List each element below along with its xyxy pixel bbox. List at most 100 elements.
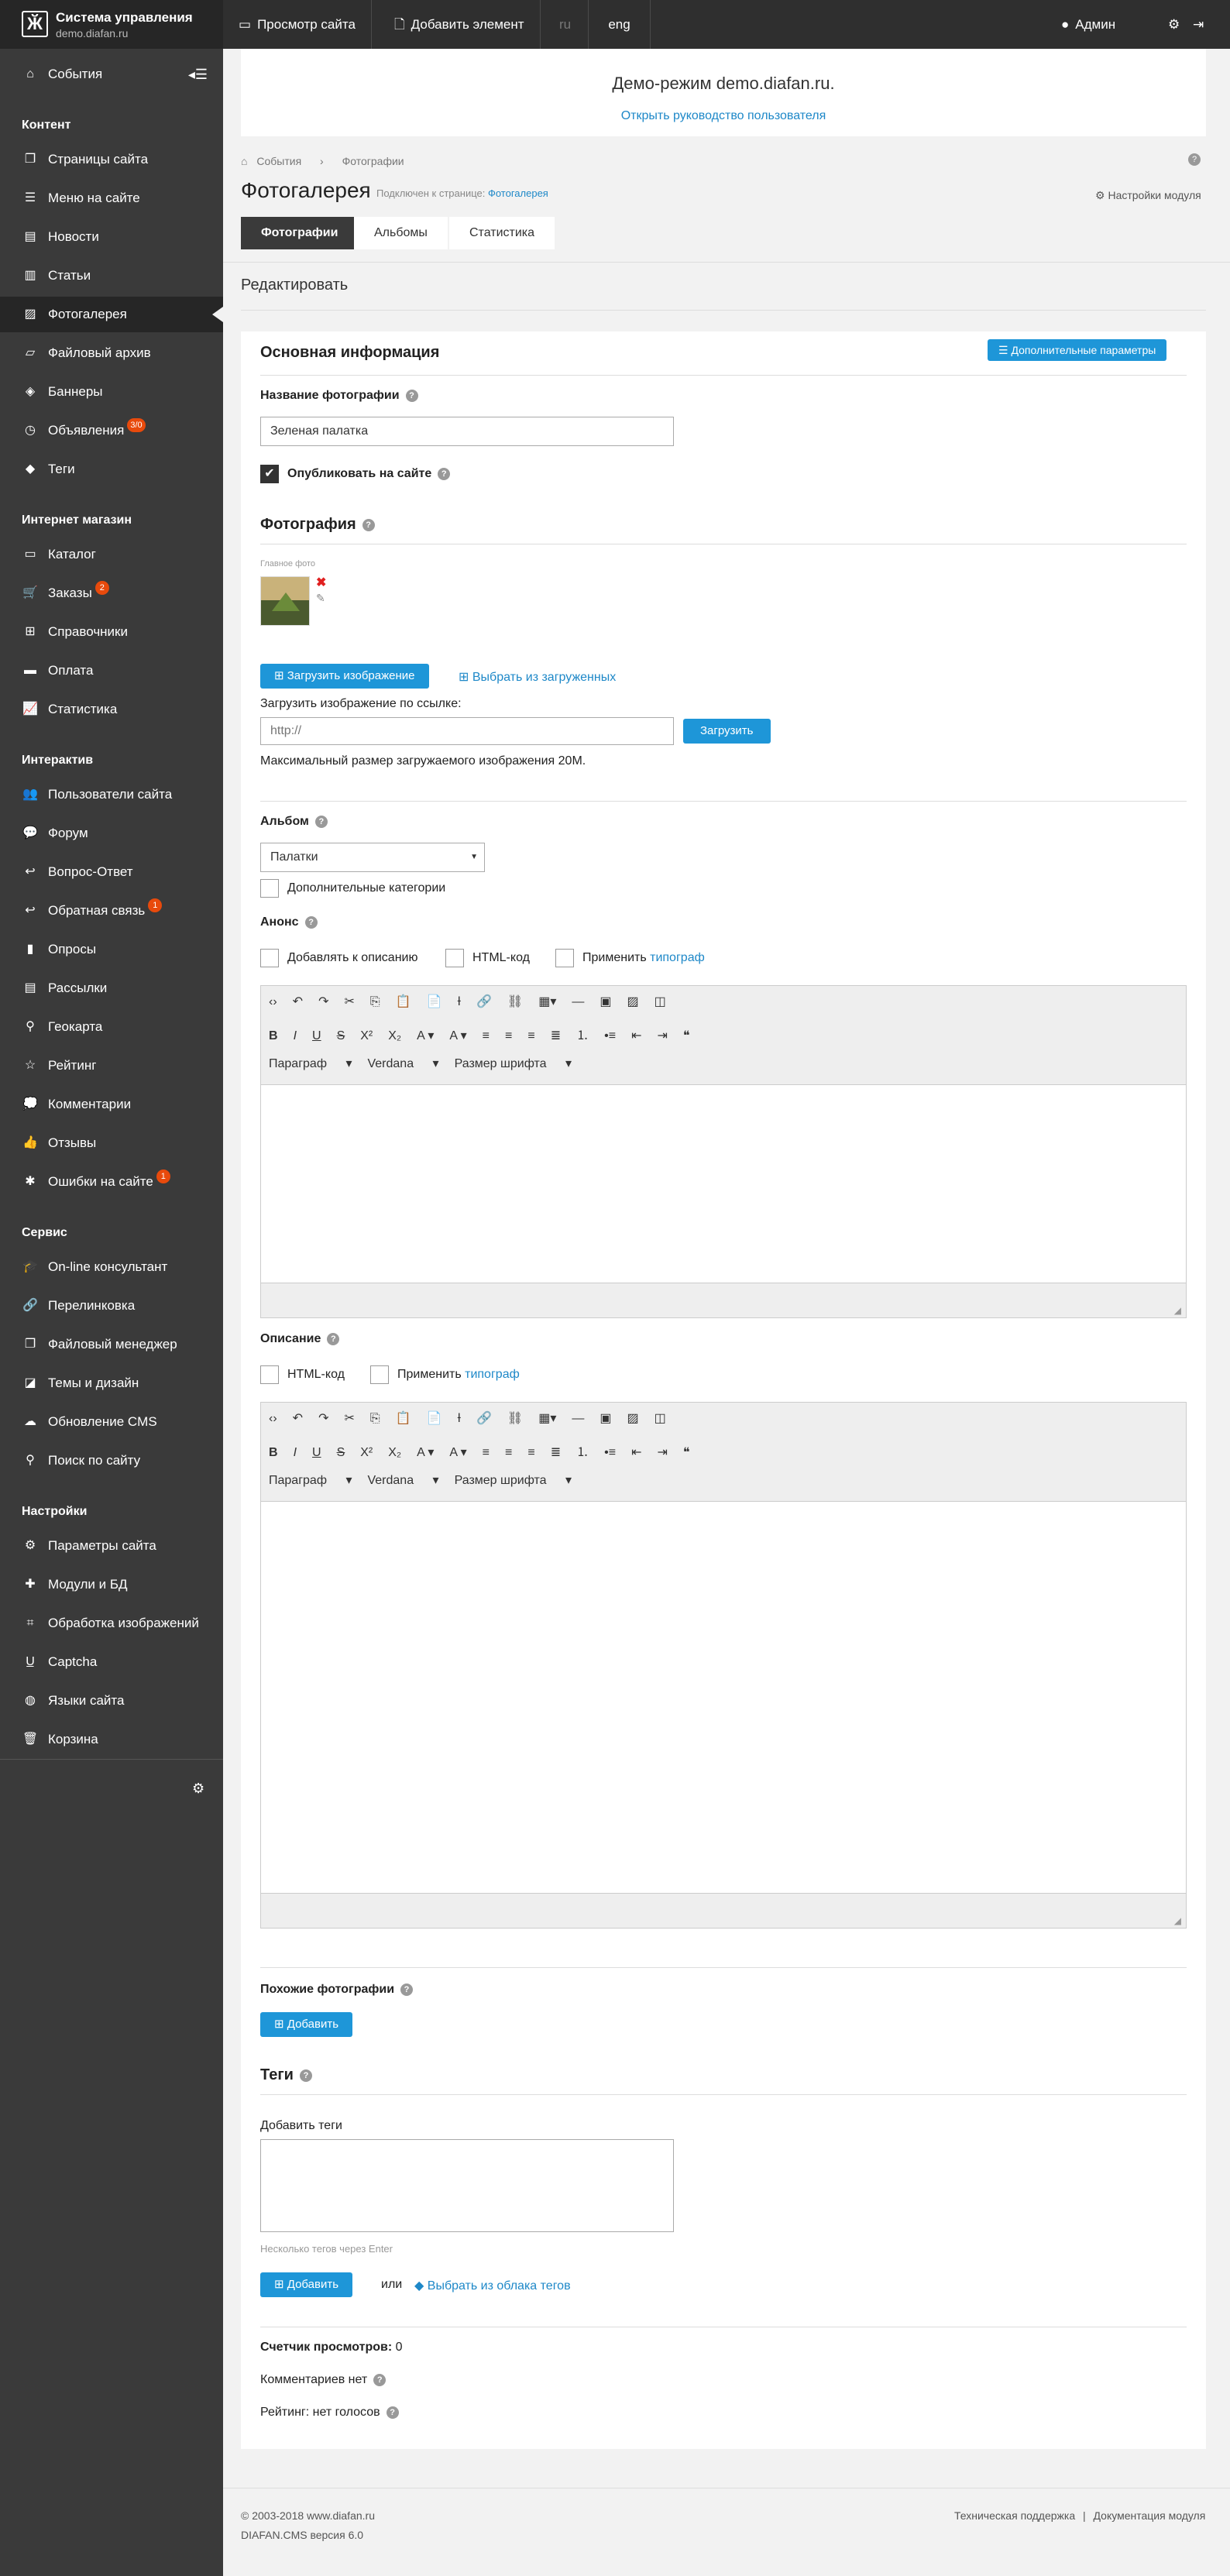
user-menu[interactable]: ● Админ (1046, 0, 1131, 49)
album-select[interactable]: Палатки ▼ (260, 843, 485, 872)
underline-icon[interactable]: U (312, 1029, 321, 1043)
sidebar-item-polls[interactable]: ▮ Опросы (0, 932, 223, 967)
source-code-icon[interactable]: ‹› (269, 995, 277, 1009)
sidebar-item-payment[interactable]: ▬ Оплата (0, 653, 223, 689)
bold-icon[interactable]: B (269, 1446, 278, 1460)
sidebar-item-site-params[interactable]: ⚙ Параметры сайта (0, 1528, 223, 1564)
underline-icon[interactable]: U (312, 1446, 321, 1460)
sidebar-item-trash[interactable]: 🗑 Корзина (0, 1722, 223, 1757)
blockquote-icon[interactable]: ❝ (683, 1028, 690, 1043)
ordered-list-icon[interactable]: ⒈ (576, 1025, 589, 1043)
sidebar-item-geomap[interactable]: ⚲ Геокарта (0, 1009, 223, 1045)
paste-text-icon[interactable]: 📄 (427, 994, 442, 1009)
cut-icon[interactable]: ✂ (344, 1410, 354, 1426)
font-dropdown[interactable]: Verdana ▾ (367, 1472, 438, 1488)
help-icon[interactable]: ? (386, 2406, 399, 2419)
sidebar-item-faq[interactable]: ↩ Вопрос-Ответ (0, 854, 223, 890)
menu-collapse-icon[interactable]: ◂☰ (188, 57, 208, 92)
undo-icon[interactable]: ↶ (293, 1410, 303, 1426)
help-icon[interactable]: ? (362, 518, 375, 531)
sidebar-item-errors[interactable]: ✱ Ошибки на сайте 1 (0, 1164, 223, 1200)
link-icon[interactable]: 🔗 (476, 994, 492, 1009)
hr-icon[interactable]: — (572, 1412, 584, 1426)
extra-categories-checkbox[interactable] (260, 879, 279, 898)
paragraph-dropdown[interactable]: Параграф ▾ (269, 1056, 352, 1071)
gallery-icon[interactable]: ◫ (655, 994, 666, 1009)
logout-icon[interactable]: ⇥ (1187, 0, 1210, 49)
anons-editor[interactable]: ‹› ↶ ↷ ✂ ⎘ 📋 📄 Ɨ 🔗 ⛓ ▦▾ — ▣ ▨ ◫ B I U S X² X₂ A ▾ A ▾ ≡ ≡ ≡ ≣ ⒈ •≡ ⇤… (260, 985, 1187, 1318)
user-guide-link[interactable]: Открыть руководство пользователя (241, 109, 1206, 123)
tab-statistics[interactable]: Статистика (449, 217, 555, 249)
sidebar-item-update[interactable]: ☁ Обновление CMS (0, 1404, 223, 1440)
editor-status-bar[interactable] (261, 1893, 1186, 1928)
sidebar-item-directories[interactable]: ⊞ Справочники (0, 614, 223, 650)
italic-icon[interactable]: I (294, 1029, 297, 1043)
unlink-icon[interactable]: ⛓ (507, 994, 523, 1009)
bullet-list-icon[interactable]: •≡ (604, 1029, 616, 1043)
justify-icon[interactable]: ≣ (551, 1444, 561, 1460)
justify-icon[interactable]: ≣ (551, 1028, 561, 1043)
paragraph-dropdown[interactable]: Параграф ▾ (269, 1472, 352, 1488)
sidebar-item-image-processing[interactable]: ⌗ Обработка изображений (0, 1606, 223, 1641)
align-left-icon[interactable]: ≡ (483, 1446, 490, 1460)
logo[interactable]: Ӂ Система управления demo.diafan.ru (0, 0, 223, 49)
sidebar-item-forum[interactable]: 💬 Форум (0, 816, 223, 851)
paste-icon[interactable]: 📋 (396, 994, 411, 1009)
font-size-dropdown[interactable]: Размер шрифта ▾ (455, 1472, 572, 1488)
sidebar-item-statistics[interactable]: 📈 Статистика (0, 692, 223, 727)
image-url-input[interactable] (260, 717, 674, 745)
align-left-icon[interactable]: ≡ (483, 1029, 490, 1043)
ordered-list-icon[interactable]: ⒈ (576, 1441, 589, 1460)
tab-photos[interactable]: Фотографии (241, 217, 359, 249)
anons-typograph-checkbox[interactable] (555, 949, 574, 967)
sidebar-item-orders[interactable]: 🛒 Заказы 2 (0, 575, 223, 611)
font-dropdown[interactable]: Verdana ▾ (367, 1056, 438, 1071)
support-link[interactable]: Техническая поддержка (954, 2509, 1075, 2522)
upload-image-button[interactable]: ⊞ Загрузить изображение (260, 664, 429, 689)
sidebar-item-reviews[interactable]: 👍 Отзывы (0, 1125, 223, 1161)
sidebar-item-banners[interactable]: ◈ Баннеры (0, 374, 223, 410)
redo-icon[interactable]: ↷ (318, 994, 328, 1009)
breadcrumb-photos[interactable]: Фотографии (342, 155, 404, 167)
connected-page-link[interactable]: Фотогалерея (488, 187, 548, 199)
anons-html-checkbox[interactable] (445, 949, 464, 967)
help-icon[interactable]: ? (400, 1983, 414, 1996)
superscript-icon[interactable]: X² (360, 1446, 373, 1460)
module-settings-link[interactable]: ⚙ Настройки модуля (1095, 189, 1201, 202)
sidebar-item-pages[interactable]: ❐ Страницы сайта (0, 142, 223, 177)
undo-icon[interactable]: ↶ (293, 994, 303, 1009)
align-right-icon[interactable]: ≡ (527, 1029, 534, 1043)
sidebar-item-themes[interactable]: ◪ Темы и дизайн (0, 1365, 223, 1401)
align-right-icon[interactable]: ≡ (527, 1446, 534, 1460)
sidebar-item-events[interactable]: ⌂ События ◂☰ (0, 57, 223, 92)
help-icon[interactable]: ? (327, 1332, 340, 1345)
add-element-button[interactable]: 🗋 Добавить элемент (379, 0, 541, 49)
align-center-icon[interactable]: ≡ (505, 1446, 512, 1460)
redo-icon[interactable]: ↷ (318, 1410, 328, 1426)
sidebar-item-file-manager[interactable]: ❐ Файловый менеджер (0, 1327, 223, 1362)
docs-link[interactable]: Документация модуля (1094, 2509, 1206, 2522)
help-icon[interactable]: ? (1188, 153, 1201, 166)
indent-icon[interactable]: ⇥ (657, 1028, 667, 1043)
desc-typograph-checkbox[interactable] (370, 1365, 389, 1384)
link-icon[interactable]: 🔗 (476, 1410, 492, 1426)
sidebar-item-photogallery[interactable]: ▨ Фотогалерея (0, 297, 223, 332)
sidebar-item-languages[interactable]: ◍ Языки сайта (0, 1683, 223, 1719)
outdent-icon[interactable]: ⇤ (631, 1444, 641, 1460)
sidebar-item-mailings[interactable]: ▤ Рассылки (0, 970, 223, 1006)
sidebar-item-comments[interactable]: 💭 Комментарии (0, 1087, 223, 1122)
subscript-icon[interactable]: X₂ (388, 1029, 401, 1043)
help-icon[interactable]: ? (438, 467, 451, 480)
help-icon[interactable]: ? (304, 915, 318, 929)
delete-photo-icon[interactable]: ✖ (316, 575, 326, 590)
copy-icon[interactable]: ⎘ (370, 995, 380, 1009)
sidebar-item-menu[interactable]: ☰ Меню на сайте (0, 180, 223, 216)
bold-icon[interactable]: B (269, 1029, 278, 1043)
paste-icon[interactable]: 📋 (396, 1410, 411, 1426)
font-size-dropdown[interactable]: Размер шрифта ▾ (455, 1056, 572, 1071)
unlink-icon[interactable]: ⛓ (507, 1410, 523, 1426)
help-icon[interactable]: ? (405, 389, 418, 402)
sidebar-item-search[interactable]: ⚲ Поиск по сайту (0, 1443, 223, 1479)
bullet-list-icon[interactable]: •≡ (604, 1446, 616, 1460)
typograph-link[interactable]: типограф (465, 1368, 520, 1381)
